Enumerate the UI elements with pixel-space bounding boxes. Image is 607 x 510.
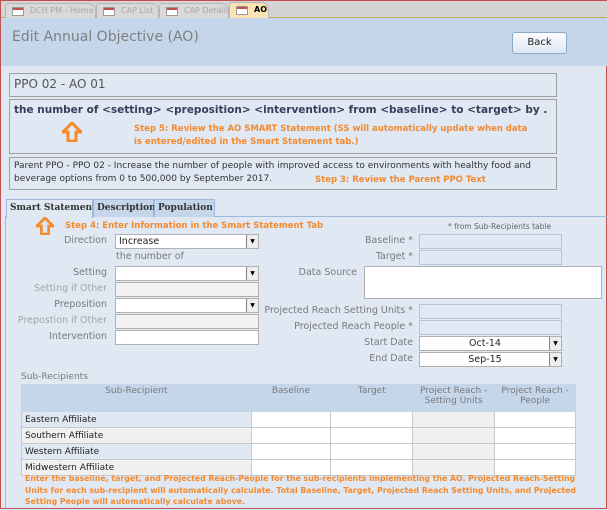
reach-units-cell: [412, 427, 496, 444]
col-subrecipient: Sub-Recipient: [21, 384, 252, 412]
instructions-note: Enter the baseline, target, and Projecte…: [25, 474, 576, 506]
target-cell[interactable]: [330, 443, 414, 460]
doc-tab-cap-list[interactable]: CAP List: [96, 3, 159, 18]
setting-other-label: Setting if Other: [33, 283, 107, 294]
reach-people-field: [419, 320, 562, 335]
reach-people-cell[interactable]: [494, 411, 576, 428]
chevron-down-icon[interactable]: ▼: [246, 299, 258, 312]
page-title: Edit Annual Objective (AO): [12, 29, 199, 45]
form-icon: [236, 6, 248, 15]
parent-ppo-box: Parent PPO - PPO 02 - Increase the numbe…: [9, 157, 557, 190]
col-baseline: Baseline: [250, 384, 332, 412]
doc-tab-home[interactable]: DCH PM - Home: [5, 3, 96, 18]
col-reach-units: Project Reach - Setting Units: [412, 384, 496, 412]
baseline-cell[interactable]: [250, 443, 332, 460]
reach-people-cell[interactable]: [494, 427, 576, 444]
baseline-label: Baseline *: [364, 235, 413, 246]
direction-select[interactable]: Increase ▼: [115, 234, 259, 249]
tab-smart-statement[interactable]: Smart Statement: [6, 199, 96, 218]
end-date-select[interactable]: Sep-15 ▼: [419, 352, 562, 367]
document-tab-bar: DCH PM - Home CAP List CAP Details AO: [1, 1, 607, 19]
reach-units-label: Projected Reach Setting Units *: [264, 305, 413, 316]
preposition-select[interactable]: ▼: [115, 298, 259, 313]
form-icon: [12, 7, 24, 16]
chevron-down-icon[interactable]: ▼: [549, 337, 561, 350]
data-source-input[interactable]: [364, 266, 602, 299]
reach-people-cell[interactable]: [494, 443, 576, 460]
setting-other-input[interactable]: [115, 282, 259, 297]
form-icon: [103, 7, 115, 16]
table-header: Sub-Recipient Baseline Target Project Re…: [21, 384, 576, 412]
preposition-other-input[interactable]: [115, 314, 259, 329]
reach-units-cell: [412, 443, 496, 460]
tab-population[interactable]: Population: [154, 199, 215, 217]
back-button[interactable]: Back: [512, 32, 567, 54]
data-source-label: Data Source: [298, 267, 357, 278]
subrecipients-table: Sub-Recipient Baseline Target Project Re…: [21, 384, 576, 476]
baseline-cell[interactable]: [250, 411, 332, 428]
smart-statement-text: the number of <setting> <preposition> <i…: [14, 104, 548, 116]
number-of-label: the number of: [116, 251, 184, 262]
intervention-label: Intervention: [49, 331, 107, 342]
direction-label: Direction: [64, 235, 107, 246]
intervention-input[interactable]: [115, 330, 259, 345]
target-field: [419, 250, 562, 265]
table-row: Southern Affiliate: [21, 427, 576, 444]
step5-text: Step 5: Review the AO SMART Statement (S…: [134, 124, 528, 134]
arrow-up-icon: [62, 122, 82, 142]
target-cell[interactable]: [330, 411, 414, 428]
col-target: Target: [330, 384, 414, 412]
table-row: Western Affiliate: [21, 443, 576, 460]
from-subrecipients-note: * from Sub-Recipients table: [448, 222, 552, 231]
preposition-label: Preposition: [54, 299, 107, 310]
reach-units-cell: [412, 411, 496, 428]
smart-statement-box: the number of <setting> <preposition> <i…: [9, 99, 557, 154]
chevron-down-icon[interactable]: ▼: [246, 235, 258, 248]
target-label: Target *: [375, 251, 413, 262]
baseline-cell[interactable]: [250, 427, 332, 444]
form-icon: [166, 7, 178, 16]
target-cell[interactable]: [330, 427, 414, 444]
chevron-down-icon[interactable]: ▼: [549, 353, 561, 366]
subrecipients-label: Sub-Recipients: [21, 372, 88, 382]
doc-tab-cap-details[interactable]: CAP Details: [159, 3, 230, 18]
chevron-down-icon[interactable]: ▼: [246, 267, 258, 280]
ao-id-field: PPO 02 - AO 01: [9, 73, 557, 97]
col-reach-people: Project Reach - People: [494, 384, 576, 412]
start-date-label: Start Date: [364, 337, 413, 348]
start-date-select[interactable]: Oct-14 ▼: [419, 336, 562, 351]
end-date-label: End Date: [369, 353, 413, 364]
doc-tab-ao[interactable]: AO: [229, 2, 269, 19]
step3-text: Step 3: Review the Parent PPO Text: [315, 174, 486, 187]
step4-text: Step 4: Enter Information in the Smart S…: [65, 221, 324, 231]
preposition-other-label: Prepostion if Other: [17, 315, 107, 326]
setting-select[interactable]: ▼: [115, 266, 259, 281]
tab-description[interactable]: Description: [93, 199, 156, 217]
setting-label: Setting: [72, 267, 107, 278]
table-row: Eastern Affiliate: [21, 411, 576, 428]
reach-units-field: [419, 304, 562, 319]
reach-people-label: Projected Reach People *: [294, 321, 413, 332]
step5-text-2: is entered/edited in the Smart Statement…: [134, 137, 359, 147]
arrow-up-icon: [36, 217, 54, 235]
baseline-field: [419, 234, 562, 249]
